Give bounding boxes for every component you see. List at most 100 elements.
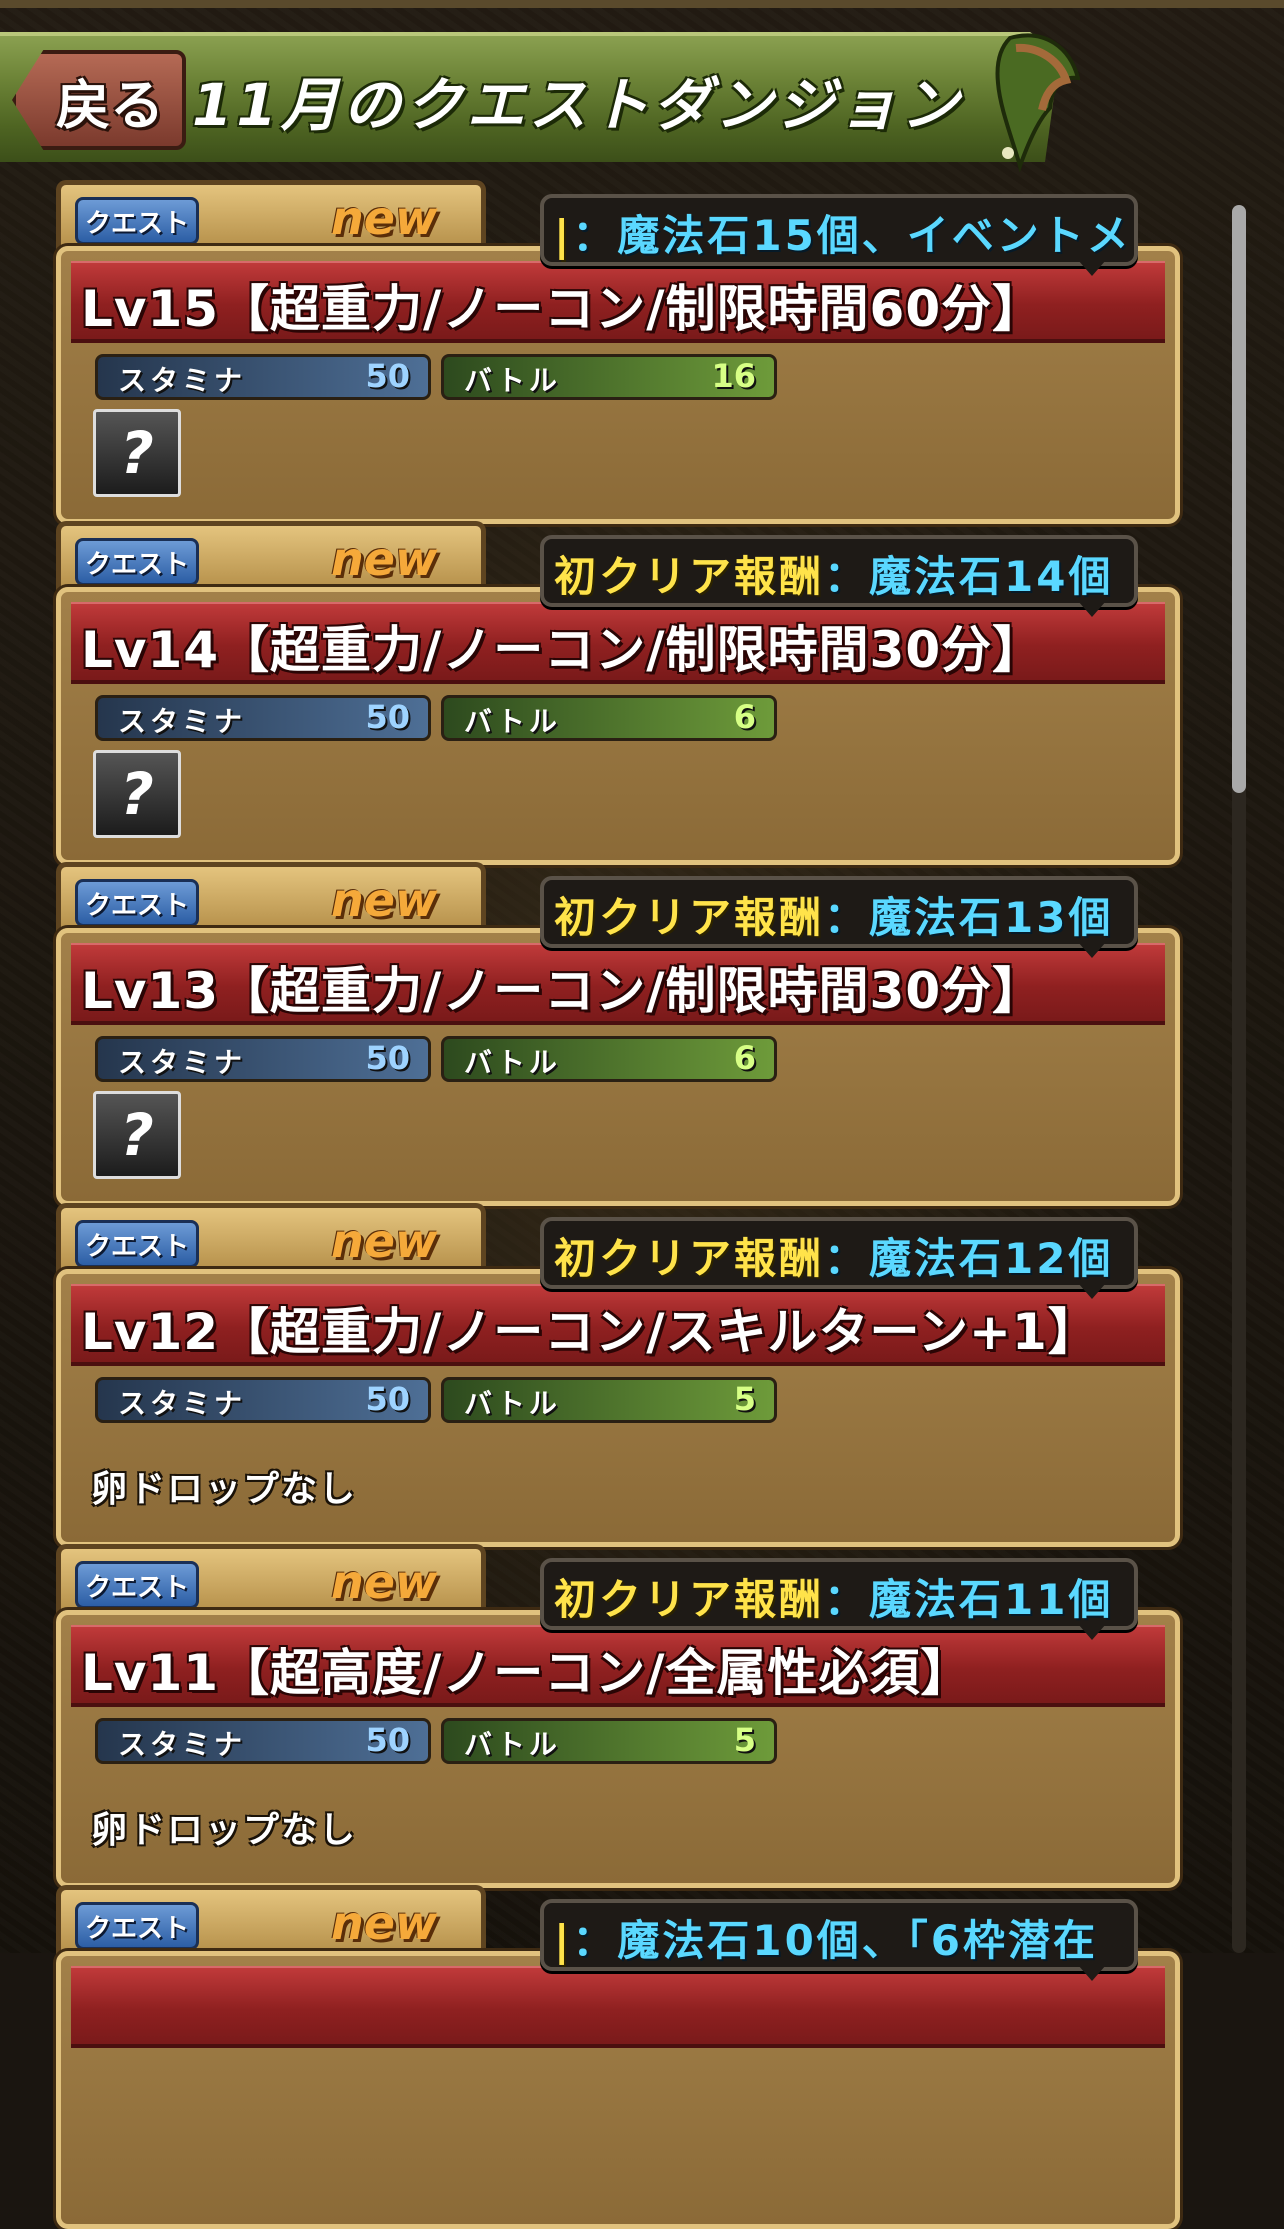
reward-pointer bbox=[1078, 1283, 1106, 1299]
quest-card[interactable]: クエスト new Lv14【超重力/ノーコン/制限時間30分】 スタミナ 50 … bbox=[56, 521, 1180, 865]
quest-tab-label: クエスト bbox=[75, 1902, 199, 1950]
battle-label: バトル bbox=[464, 364, 561, 397]
stamina-value: 50 bbox=[365, 698, 410, 736]
reward-detail: ：魔法石11個 bbox=[824, 1575, 1114, 1624]
quest-tab-label: クエスト bbox=[75, 1561, 199, 1609]
new-badge: new bbox=[331, 873, 438, 927]
stamina-label: スタミナ bbox=[118, 1046, 247, 1079]
new-badge: new bbox=[331, 191, 438, 245]
battle-label: バトル bbox=[464, 1728, 561, 1761]
battle-value: 16 bbox=[711, 357, 756, 395]
battle-value: 5 bbox=[733, 1380, 756, 1418]
quest-tab-label: クエスト bbox=[75, 197, 199, 245]
new-badge: new bbox=[331, 1555, 438, 1609]
back-button-label: 戻る bbox=[56, 73, 164, 137]
battle-stat: バトル 5 bbox=[441, 1377, 777, 1423]
battle-stat: バトル 5 bbox=[441, 1718, 777, 1764]
quest-title: Lv13【超重力/ノーコン/制限時間30分】 bbox=[81, 962, 1044, 1020]
battle-value: 6 bbox=[733, 698, 756, 736]
reward-pointer bbox=[1078, 1965, 1106, 1981]
battle-value: 6 bbox=[733, 1039, 756, 1077]
stamina-stat: スタミナ 50 bbox=[95, 1036, 431, 1082]
stamina-value: 50 bbox=[365, 357, 410, 395]
quest-title-bar: Lv11【超高度/ノーコン/全属性必須】 bbox=[71, 1625, 1165, 1707]
quest-title: Lv14【超重力/ノーコン/制限時間30分】 bbox=[81, 621, 1044, 679]
stamina-stat: スタミナ 50 bbox=[95, 354, 431, 400]
quest-title: Lv11【超高度/ノーコン/全属性必須】 bbox=[81, 1644, 972, 1702]
quest-tab-label: クエスト bbox=[75, 538, 199, 586]
unknown-drop-icon[interactable]: ? bbox=[93, 1091, 181, 1179]
quest-panel: Lv15【超重力/ノーコン/制限時間60分】 スタミナ 50 バトル 16 ? bbox=[56, 246, 1180, 524]
reward-prefix: 初クリア報酬 bbox=[554, 893, 825, 942]
reward-pointer bbox=[1078, 1624, 1106, 1640]
stamina-value: 50 bbox=[365, 1721, 410, 1759]
page-title: 11月のクエストダンジョン bbox=[192, 71, 963, 139]
reward-pointer bbox=[1078, 942, 1106, 958]
stamina-value: 50 bbox=[365, 1380, 410, 1418]
quest-tab-label: クエスト bbox=[75, 879, 199, 927]
first-clear-reward-bubble: 初クリア報酬：魔法石12個 bbox=[540, 1217, 1138, 1289]
quest-card[interactable]: クエスト new Lv11【超高度/ノーコン/全属性必須】 スタミナ 50 バト… bbox=[56, 1544, 1180, 1888]
quest-card[interactable]: クエスト new Lv13【超重力/ノーコン/制限時間30分】 スタミナ 50 … bbox=[56, 862, 1180, 1206]
quest-panel: Lv11【超高度/ノーコン/全属性必須】 スタミナ 50 バトル 5 卵ドロップ… bbox=[56, 1610, 1180, 1888]
quest-title: Lv12【超重力/ノーコン/スキルターン+1】 bbox=[81, 1303, 1099, 1361]
reward-detail: ：魔法石12個 bbox=[824, 1234, 1114, 1283]
first-clear-reward-bubble: 初クリア報酬：魔法石13個 bbox=[540, 876, 1138, 948]
unknown-drop-icon[interactable]: ? bbox=[93, 409, 181, 497]
quest-title-bar: Lv12【超重力/ノーコン/スキルターン+1】 bbox=[71, 1284, 1165, 1366]
quest-tab: クエスト new bbox=[56, 521, 486, 596]
reward-pointer bbox=[1078, 601, 1106, 617]
reward-text: |：魔法石10個、「6枠潜在 bbox=[554, 1907, 1099, 1967]
reward-detail: ：魔法石14個 bbox=[824, 552, 1114, 601]
stamina-label: スタミナ bbox=[118, 1728, 247, 1761]
quest-title-bar: Lv13【超重力/ノーコン/制限時間30分】 bbox=[71, 943, 1165, 1025]
quest-title: Lv15【超重力/ノーコン/制限時間60分】 bbox=[81, 280, 1044, 338]
reward-detail: ：魔法石15個、イベントメ bbox=[572, 211, 1132, 260]
quest-panel: Lv13【超重力/ノーコン/制限時間30分】 スタミナ 50 バトル 6 ? bbox=[56, 928, 1180, 1206]
first-clear-reward-bubble: 初クリア報酬：魔法石14個 bbox=[540, 535, 1138, 607]
quest-title-bar: Lv14【超重力/ノーコン/制限時間30分】 bbox=[71, 602, 1165, 684]
stamina-label: スタミナ bbox=[118, 364, 247, 397]
quest-panel: Lv12【超重力/ノーコン/スキルターン+1】 スタミナ 50 バトル 5 卵ド… bbox=[56, 1269, 1180, 1547]
top-edge bbox=[0, 0, 1284, 8]
scrollbar-thumb[interactable] bbox=[1232, 205, 1246, 793]
quest-tab-label: クエスト bbox=[75, 1220, 199, 1268]
reward-text: 初クリア報酬：魔法石13個 bbox=[554, 884, 1114, 944]
battle-stat: バトル 16 bbox=[441, 354, 777, 400]
new-badge: new bbox=[331, 1214, 438, 1268]
quest-title-bar: Lv15【超重力/ノーコン/制限時間60分】 bbox=[71, 261, 1165, 343]
battle-stat: バトル 6 bbox=[441, 695, 777, 741]
reward-prefix: | bbox=[554, 1916, 573, 1965]
reward-detail: ：魔法石13個 bbox=[824, 893, 1114, 942]
stamina-value: 50 bbox=[365, 1039, 410, 1077]
quest-tab: クエスト new bbox=[56, 862, 486, 937]
new-badge: new bbox=[331, 532, 438, 586]
no-egg-drop-text: 卵ドロップなし bbox=[91, 1810, 358, 1851]
stamina-stat: スタミナ 50 bbox=[95, 1377, 431, 1423]
stamina-label: スタミナ bbox=[118, 1387, 247, 1420]
stamina-stat: スタミナ 50 bbox=[95, 695, 431, 741]
quest-title-bar bbox=[71, 1966, 1165, 2048]
quest-tab: クエスト new bbox=[56, 1203, 486, 1278]
quest-card[interactable]: クエスト new |：魔法石10個、「6枠潜在 bbox=[56, 1885, 1180, 2229]
battle-label: バトル bbox=[464, 1387, 561, 1420]
reward-detail: ：魔法石10個、「6枠潜在 bbox=[572, 1916, 1099, 1965]
quest-card[interactable]: クエスト new Lv12【超重力/ノーコン/スキルターン+1】 スタミナ 50… bbox=[56, 1203, 1180, 1547]
quest-card[interactable]: クエスト new Lv15【超重力/ノーコン/制限時間60分】 スタミナ 50 … bbox=[56, 180, 1180, 524]
first-clear-reward-bubble: |：魔法石10個、「6枠潜在 bbox=[540, 1899, 1138, 1971]
battle-value: 5 bbox=[733, 1721, 756, 1759]
reward-text: 初クリア報酬：魔法石12個 bbox=[554, 1225, 1114, 1285]
reward-text: 初クリア報酬：魔法石14個 bbox=[554, 543, 1114, 603]
stamina-stat: スタミナ 50 bbox=[95, 1718, 431, 1764]
back-button[interactable]: 戻る bbox=[12, 50, 186, 150]
battle-stat: バトル 6 bbox=[441, 1036, 777, 1082]
reward-prefix: 初クリア報酬 bbox=[554, 1575, 825, 1624]
reward-prefix: | bbox=[554, 211, 573, 260]
stamina-label: スタミナ bbox=[118, 705, 247, 738]
quest-tab: クエスト new bbox=[56, 180, 486, 255]
reward-text: 初クリア報酬：魔法石11個 bbox=[554, 1566, 1114, 1626]
unknown-drop-icon[interactable]: ? bbox=[93, 750, 181, 838]
first-clear-reward-bubble: 初クリア報酬：魔法石11個 bbox=[540, 1558, 1138, 1630]
no-egg-drop-text: 卵ドロップなし bbox=[91, 1469, 358, 1510]
reward-text: |：魔法石15個、イベントメ bbox=[554, 202, 1132, 262]
